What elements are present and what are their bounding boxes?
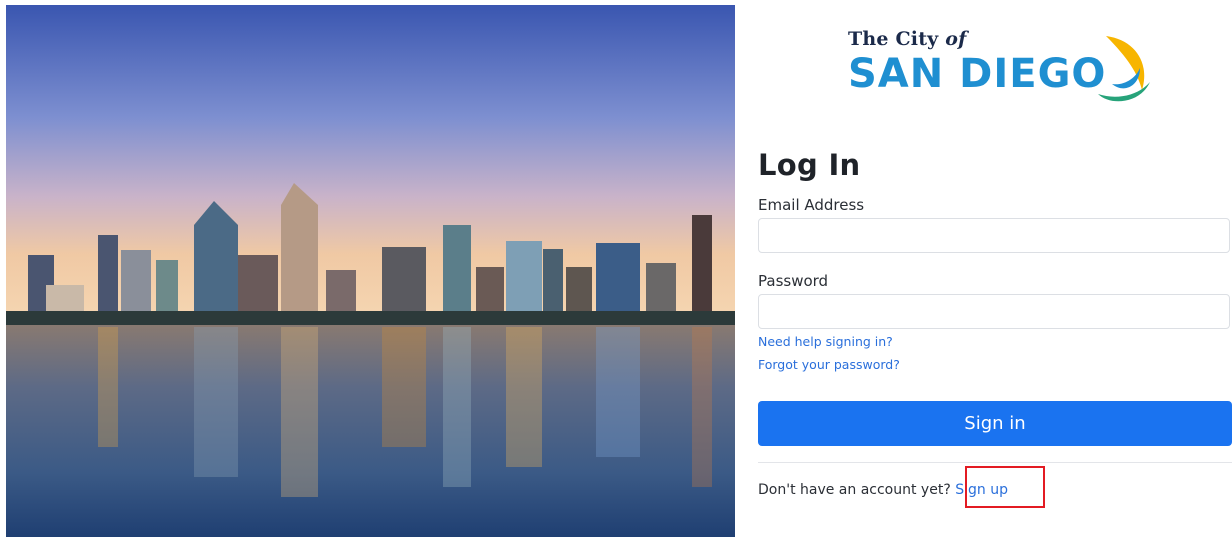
city-logo: The City of SAN DIEGO bbox=[848, 28, 1150, 108]
forgot-password-link[interactable]: Forgot your password? bbox=[758, 357, 900, 372]
logo-name: SAN DIEGO bbox=[848, 51, 1107, 97]
logo-prefix-text: The City bbox=[848, 28, 939, 50]
logo-prefix-italic: of bbox=[945, 28, 967, 50]
skyline-illustration bbox=[6, 5, 735, 537]
sign-in-button[interactable]: Sign in bbox=[758, 401, 1232, 446]
login-panel: The City of SAN DIEGO Log In Email Addre… bbox=[758, 0, 1232, 537]
divider bbox=[758, 462, 1232, 463]
password-input[interactable] bbox=[758, 294, 1230, 329]
signup-prompt-text: Don't have an account yet? bbox=[758, 482, 951, 498]
email-label: Email Address bbox=[758, 196, 865, 214]
email-input[interactable] bbox=[758, 218, 1230, 253]
sail-wave-icon bbox=[1098, 36, 1150, 102]
page-title: Log In bbox=[758, 148, 861, 182]
hero-skyline-image bbox=[6, 5, 735, 537]
need-help-link[interactable]: Need help signing in? bbox=[758, 334, 893, 349]
password-label: Password bbox=[758, 272, 829, 290]
sign-up-link[interactable]: Sign up bbox=[955, 482, 1008, 498]
logo-prefix: The City of bbox=[848, 28, 967, 50]
signup-prompt: Don't have an account yet? Sign up bbox=[758, 482, 1008, 498]
